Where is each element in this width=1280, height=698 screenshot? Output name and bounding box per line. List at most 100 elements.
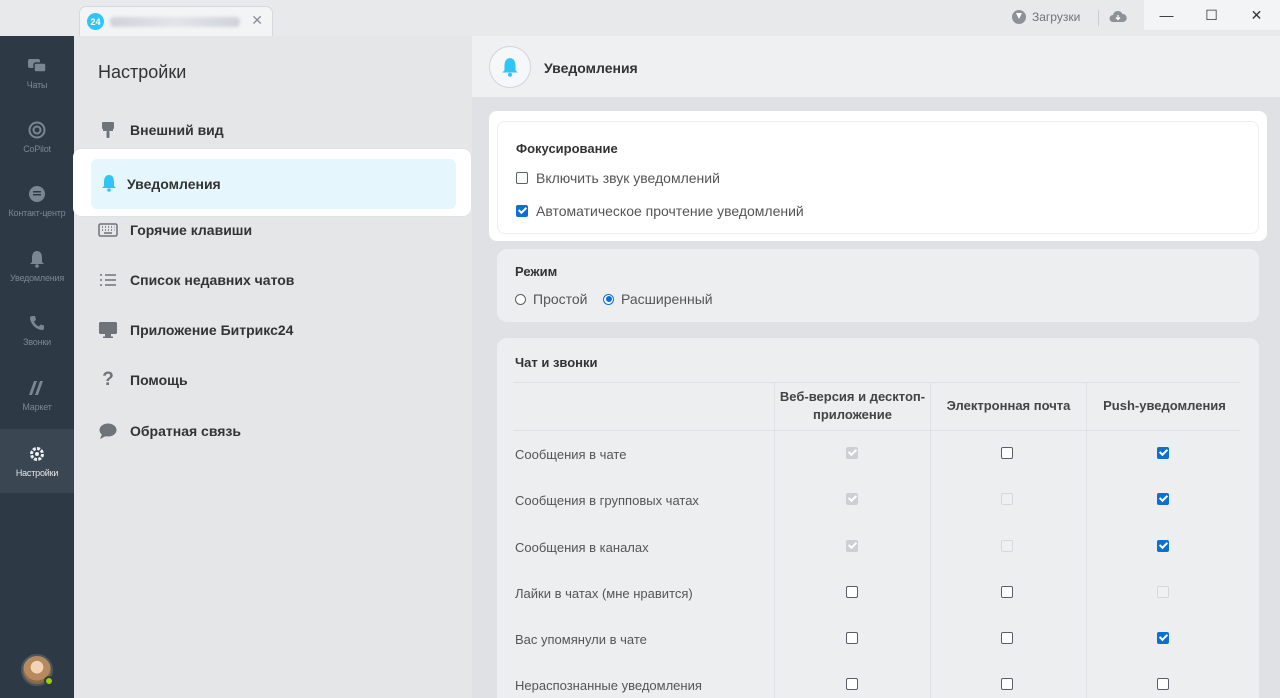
email-checkbox[interactable] [1001,540,1013,552]
monitor-icon [98,320,118,340]
sidebar-item-label: Помощь [130,372,188,388]
bell-icon [101,174,117,195]
tab-close-icon[interactable]: ✕ [251,12,263,29]
nav-item-chats[interactable]: Чаты [0,43,74,103]
auto-read-checkbox[interactable] [516,205,528,217]
push-checkbox[interactable] [1157,586,1169,598]
mode-extended-radio[interactable] [603,293,614,305]
push-checkbox[interactable] [1157,493,1169,505]
sidebar-item-appearance[interactable]: Внешний вид [98,112,224,148]
brush-icon [98,120,118,140]
nav-item-market[interactable]: Маркет [0,365,74,425]
sidebar-item-notifications[interactable]: Уведомления [91,159,456,209]
settings-title: Настройки [98,62,187,82]
web-checkbox[interactable] [846,540,858,552]
push-checkbox[interactable] [1157,632,1169,644]
enable-sound-checkbox[interactable] [516,172,528,184]
sidebar-item-label: Приложение Битрикс24 [130,322,294,338]
nav-label: Маркет [22,401,52,412]
tab-title-blurred [110,17,240,27]
sidebar-item-label: Список недавних чатов [130,272,295,288]
push-checkbox[interactable] [1157,540,1169,552]
option-label: Автоматическое прочтение уведомлений [536,203,804,219]
sidebar-item-hotkeys[interactable]: Горячие клавиши [98,212,252,248]
email-checkbox[interactable] [1001,678,1013,690]
sidebar-item-label: Внешний вид [130,122,224,138]
chat-calls-title: Чат и звонки [515,355,598,370]
bell-icon [502,58,518,77]
minimize-button[interactable]: — [1144,0,1189,30]
phone-icon [27,314,47,332]
web-checkbox[interactable] [846,586,858,598]
nav-label: Контакт-центр [8,207,66,218]
sidebar-item-bitrix-app[interactable]: Приложение Битрикс24 [98,312,293,348]
online-status-indicator [44,676,54,686]
browser-tab[interactable]: 24 ✕ [79,6,273,36]
web-checkbox[interactable] [846,447,858,459]
cloud-icon[interactable] [1109,10,1127,24]
download-icon [1012,10,1026,24]
auto-read-option[interactable]: Автоматическое прочтение уведомлений [516,203,804,219]
window-controls: — ☐ ✕ [1144,0,1280,30]
email-checkbox[interactable] [1001,586,1013,598]
nav-label: Уведомления [9,272,65,283]
bitrix24-logo: 24 [87,13,104,30]
titlebar-divider [1098,10,1099,26]
maximize-button[interactable]: ☐ [1189,0,1234,30]
mode-simple-radio[interactable] [515,293,526,305]
table-divider [513,430,1240,431]
mode-simple-option[interactable]: Простой [515,291,588,307]
contact-center-icon [27,185,47,203]
web-checkbox[interactable] [846,632,858,644]
column-header-push: Push-уведомления [1103,398,1226,413]
sidebar-item-label: Уведомления [127,176,221,192]
table-row-label: Сообщения в чате [515,447,627,462]
table-row-label: Нераспознанные уведомления [515,678,702,693]
gear-icon [27,445,47,463]
close-button[interactable]: ✕ [1234,0,1279,30]
column-header-email: Электронная почта [946,398,1071,413]
push-checkbox[interactable] [1157,678,1169,690]
nav-item-settings[interactable]: Настройки [0,429,74,493]
sidebar-item-help[interactable]: ? Помощь [98,362,188,398]
nav-label: Настройки [15,467,59,478]
option-label: Простой [533,291,588,307]
web-checkbox[interactable] [846,493,858,505]
sidebar-item-feedback[interactable]: Обратная связь [98,413,241,449]
nav-item-notifications[interactable]: Уведомления [0,236,74,296]
nav-item-calls[interactable]: Звонки [0,300,74,360]
sidebar-item-recent-chats[interactable]: Список недавних чатов [98,262,294,298]
downloads-label: Загрузки [1032,10,1081,24]
mode-extended-option[interactable]: Расширенный [603,291,713,307]
email-checkbox[interactable] [1001,493,1013,505]
question-icon: ? [102,369,114,390]
option-label: Включить звук уведомлений [536,170,720,186]
column-header-web: Веб-версия и десктоп-приложение [779,389,926,422]
list-icon [98,270,118,290]
push-checkbox[interactable] [1157,447,1169,459]
nav-item-copilot[interactable]: CoPilot [0,107,74,167]
bell-icon [27,250,47,268]
keyboard-icon [98,220,118,240]
nav-label: CoPilot [23,143,51,154]
table-row-label: Лайки в чатах (мне нравится) [515,586,693,601]
web-checkbox[interactable] [846,678,858,690]
header-bell-badge [489,46,531,88]
nav-item-contact-center[interactable]: Контакт-центр [0,171,74,231]
copilot-icon [27,121,47,139]
sidebar-item-label: Горячие клавиши [130,222,253,238]
option-label: Расширенный [621,291,713,307]
mode-section-title: Режим [515,264,558,279]
email-checkbox[interactable] [1001,447,1013,459]
table-row-label: Сообщения в каналах [515,540,649,555]
table-row-label: Сообщения в групповых чатах [515,493,699,508]
chat-icon [27,57,47,75]
mode-section [497,249,1259,322]
downloads-button[interactable]: Загрузки [1012,10,1080,24]
page-title: Уведомления [544,60,638,76]
nav-label: Чаты [26,79,48,90]
enable-sound-option[interactable]: Включить звук уведомлений [516,170,720,186]
sidebar-item-label: Обратная связь [130,423,241,439]
table-row-label: Вас упомянули в чате [515,632,647,647]
email-checkbox[interactable] [1001,632,1013,644]
